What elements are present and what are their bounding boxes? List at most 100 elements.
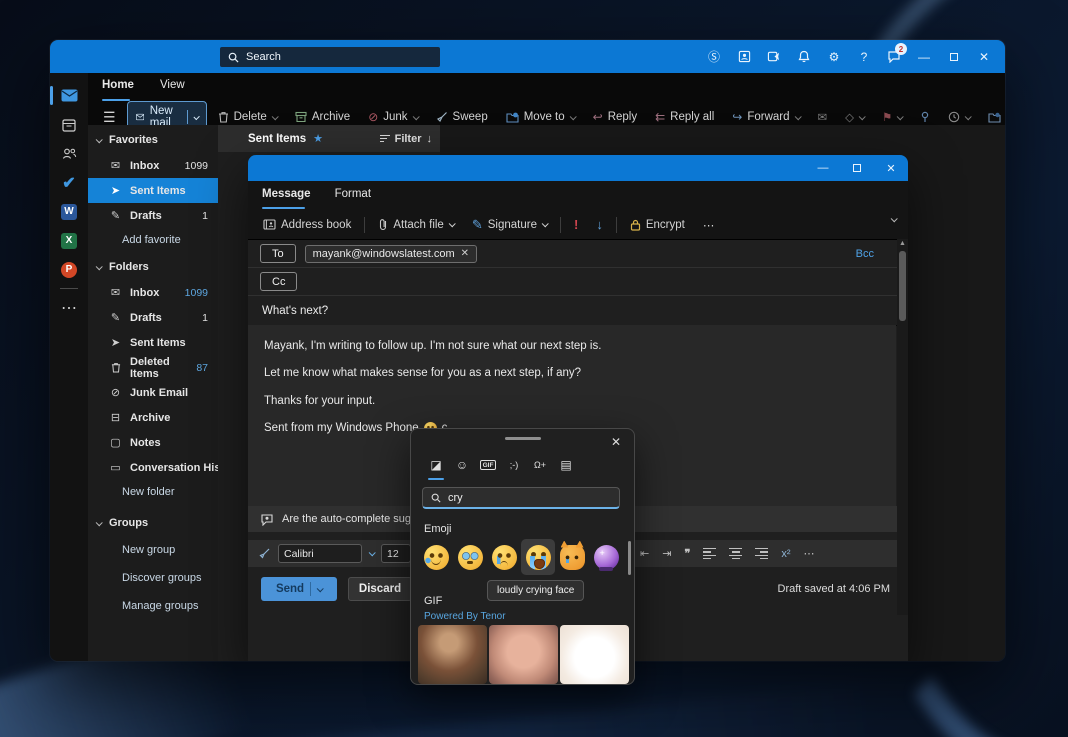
format-painter-icon[interactable] <box>258 547 271 560</box>
gif-thumbnail[interactable] <box>489 625 558 684</box>
drag-handle[interactable] <box>505 437 541 440</box>
bcc-link[interactable]: Bcc <box>856 248 874 260</box>
sidebar-item-sent-items[interactable]: ➤ Sent Items <box>88 178 218 203</box>
compose-scrollbar[interactable]: ▲ <box>897 239 908 615</box>
filter-button[interactable]: Filter ↓ <box>380 133 432 145</box>
font-size-select[interactable]: 12 <box>381 544 411 563</box>
chevron-down-icon[interactable] <box>194 113 200 119</box>
chevron-down-icon[interactable] <box>369 549 376 556</box>
align-center-icon[interactable] <box>729 548 742 560</box>
folders-section-header[interactable]: Folders <box>88 252 218 280</box>
notifications-bell-icon[interactable] <box>789 40 819 73</box>
to-button[interactable]: To <box>260 244 296 263</box>
font-family-select[interactable]: Calibri <box>278 544 362 563</box>
minimize-button[interactable]: — <box>909 40 939 73</box>
address-book-button[interactable]: Address book <box>258 216 356 234</box>
snooze-button[interactable] <box>941 107 977 127</box>
kaomoji-tab-icon[interactable]: ;-) <box>501 453 527 477</box>
manage-groups-link[interactable]: Manage groups <box>88 592 218 620</box>
emoji-face-holding-back-tears[interactable] <box>453 539 487 575</box>
pin-button[interactable] <box>913 107 937 127</box>
new-group-link[interactable]: New group <box>88 536 218 564</box>
discover-groups-link[interactable]: Discover groups <box>88 564 218 592</box>
rail-more-apps-button[interactable]: ⋯ <box>50 293 88 322</box>
add-favorite-link[interactable]: Add favorite <box>88 228 218 252</box>
rail-todo-button[interactable]: ✔ <box>50 168 88 197</box>
align-right-icon[interactable] <box>755 548 768 560</box>
format-more-icon[interactable]: ⋯ <box>804 547 815 560</box>
cc-button[interactable]: Cc <box>260 272 297 291</box>
groups-section-header[interactable]: Groups <box>88 508 218 536</box>
archive-button[interactable]: Archive <box>288 107 357 127</box>
clipboard-tab-icon[interactable]: ▤ <box>553 453 579 477</box>
emoji-panel-scrollbar[interactable] <box>628 541 631 575</box>
superscript-icon[interactable]: x² <box>781 548 790 560</box>
attach-file-button[interactable]: Attach file <box>373 215 459 234</box>
tab-home[interactable]: Home <box>102 79 134 101</box>
folder-item-drafts[interactable]: ✎ Drafts 1 <box>88 305 218 330</box>
folder-item-sent-items[interactable]: ➤ Sent Items <box>88 330 218 355</box>
skype-icon[interactable]: Ⓢ <box>699 40 729 73</box>
compose-maximize-button[interactable] <box>840 155 874 181</box>
favorites-section-header[interactable]: Favorites <box>88 125 218 153</box>
folder-item-junk-email[interactable]: ⊘ Junk Email <box>88 380 218 405</box>
more-options-button[interactable]: ⋯ <box>698 215 720 235</box>
emoji-tab-icon[interactable]: ☺ <box>449 453 475 477</box>
app-titlebar[interactable]: Search Ⓢ ⚙ ? 2 — <box>50 40 1005 73</box>
gif-tab-icon[interactable]: GIF <box>475 453 501 477</box>
folder-item-conversation-history[interactable]: ▭ Conversation His... <box>88 455 218 480</box>
blockquote-icon[interactable]: ❞ <box>684 547 690 560</box>
move-to-button[interactable]: Move to <box>499 107 582 127</box>
recipient-chip[interactable]: mayank@windowslatest.com ✕ <box>305 245 477 263</box>
new-folder-link[interactable]: New folder <box>88 480 218 504</box>
delete-button[interactable]: Delete <box>211 107 284 127</box>
emoji-smiling-face-with-tear[interactable] <box>419 539 453 575</box>
subject-field[interactable]: What's next? <box>248 296 908 326</box>
close-button[interactable]: ✕ <box>969 40 999 73</box>
feedback-icon[interactable]: 2 <box>879 40 909 73</box>
rail-mail-button[interactable] <box>50 81 88 110</box>
rail-calendar-button[interactable] <box>50 110 88 139</box>
search-input[interactable]: Search <box>220 47 440 67</box>
gif-thumbnail[interactable] <box>418 625 487 684</box>
rail-excel-button[interactable]: X <box>50 226 88 255</box>
emoji-loudly-crying-face[interactable] <box>521 539 555 575</box>
recent-tab-icon[interactable]: ◪ <box>423 453 449 477</box>
encrypt-button[interactable]: Encrypt <box>625 216 690 234</box>
settings-gear-icon[interactable]: ⚙ <box>819 40 849 73</box>
remove-recipient-icon[interactable]: ✕ <box>461 248 469 259</box>
emoji-crying-cat[interactable] <box>555 539 589 575</box>
folder-item-notes[interactable]: ▢ Notes <box>88 430 218 455</box>
compose-tab-format[interactable]: Format <box>335 188 371 210</box>
share-icon[interactable] <box>759 40 789 73</box>
compose-close-button[interactable]: ✕ <box>874 155 908 181</box>
send-button[interactable]: Send <box>261 577 337 601</box>
emoji-crystal-ball[interactable] <box>589 539 623 575</box>
folder-item-deleted-items[interactable]: Deleted Items 87 <box>88 355 218 380</box>
discard-button[interactable]: Discard <box>348 577 412 601</box>
increase-indent-icon[interactable]: ⇥ <box>662 547 671 560</box>
scrollbar-thumb[interactable] <box>899 251 906 321</box>
signature-button[interactable]: ✎ Signature <box>467 214 552 236</box>
rail-powerpoint-button[interactable]: P <box>50 255 88 284</box>
compose-minimize-button[interactable]: — <box>806 155 840 181</box>
sidebar-item-inbox[interactable]: ✉ Inbox 1099 <box>88 153 218 178</box>
gif-thumbnail[interactable] <box>560 625 629 684</box>
rail-people-button[interactable] <box>50 139 88 168</box>
move-schedule-button[interactable] <box>981 108 1005 127</box>
emoji-crying-face[interactable] <box>487 539 521 575</box>
folder-item-inbox[interactable]: ✉ Inbox 1099 <box>88 280 218 305</box>
sweep-button[interactable]: Sweep <box>429 107 495 127</box>
contacts-icon[interactable] <box>729 40 759 73</box>
emoji-panel-close-icon[interactable]: ✕ <box>607 433 625 451</box>
decrease-indent-icon[interactable]: ⇤ <box>640 547 649 560</box>
sidebar-item-drafts[interactable]: ✎ Drafts 1 <box>88 203 218 228</box>
rail-word-button[interactable]: W <box>50 197 88 226</box>
tab-view[interactable]: View <box>160 79 185 101</box>
compose-titlebar[interactable]: — ✕ <box>248 155 908 181</box>
favorite-star-icon[interactable]: ★ <box>313 132 323 145</box>
symbols-tab-icon[interactable]: Ω+ <box>527 453 553 477</box>
compose-tab-message[interactable]: Message <box>262 188 311 210</box>
low-importance-button[interactable]: ↓ <box>591 214 608 235</box>
help-icon[interactable]: ? <box>849 40 879 73</box>
